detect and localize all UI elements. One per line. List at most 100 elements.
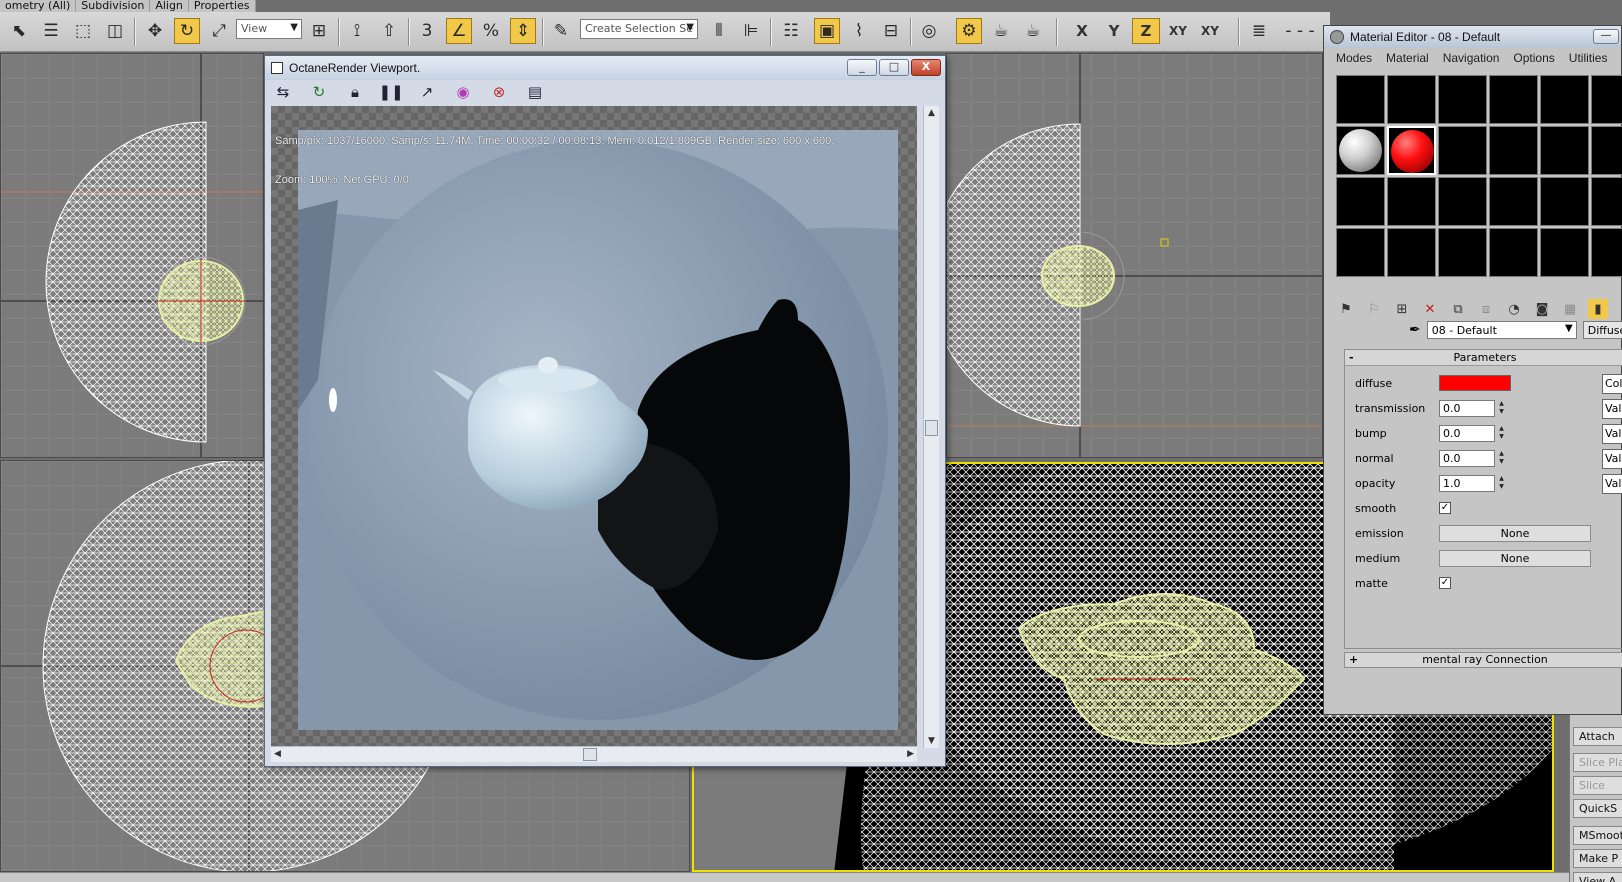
material-editor-minimize-button[interactable]: —	[1593, 29, 1619, 44]
show-end-result-icon[interactable]: ▦	[1560, 299, 1580, 319]
reset-map-icon[interactable]: ✕	[1420, 299, 1440, 319]
medium-map-button[interactable]: None	[1439, 549, 1591, 567]
close-button[interactable]: X	[911, 59, 941, 76]
octane-titlebar[interactable]: OctaneRender Viewport. _ □ X	[265, 56, 945, 80]
material-editor-icon[interactable]: ◎	[916, 18, 942, 44]
named-selection-select[interactable]: Create Selection Se ▼	[580, 19, 698, 39]
edit-named-selection-icon[interactable]: ✎	[548, 18, 574, 44]
menu-modes[interactable]: Modes	[1336, 51, 1372, 65]
menu-options[interactable]: Options	[1513, 51, 1554, 65]
material-id-icon[interactable]: ◔	[1504, 299, 1524, 319]
ribbon-tab-subdivision[interactable]: Subdivision	[76, 0, 151, 12]
attach-button[interactable]: Attach	[1573, 727, 1622, 746]
spinner-arrows-icon[interactable]: ▲ ▼	[1497, 400, 1506, 417]
sample-slot[interactable]	[1336, 177, 1385, 226]
sample-slot[interactable]	[1489, 126, 1538, 175]
vertical-scrollbar[interactable]: ▲ ▼	[923, 106, 939, 748]
normal-spinner[interactable]: 0.0	[1439, 449, 1495, 467]
menu-navigation[interactable]: Navigation	[1443, 51, 1500, 65]
minimize-button[interactable]: _	[847, 59, 877, 76]
rect-selection-region-icon[interactable]: ⬚	[70, 18, 96, 44]
slice-button[interactable]: Slice	[1573, 776, 1622, 795]
sample-slot[interactable]	[1540, 75, 1589, 124]
spinner-snap-icon[interactable]: ⇕	[510, 18, 536, 44]
layer-manager-icon[interactable]: ☷	[778, 18, 804, 44]
axis-y-button[interactable]: Y	[1100, 18, 1128, 44]
rollout-expand-toggle[interactable]: +	[1349, 653, 1358, 667]
ribbon-tab-properties[interactable]: Properties	[188, 0, 256, 12]
material-picker-icon[interactable]: ⊗	[487, 82, 511, 102]
eyedropper-icon[interactable]: ✒	[1409, 322, 1421, 338]
sample-slot[interactable]	[1540, 228, 1589, 277]
opacity-spinner[interactable]: 1.0	[1439, 474, 1495, 492]
rotate-icon[interactable]: ↻	[174, 18, 200, 44]
color-picker-icon[interactable]: ◉	[451, 82, 475, 102]
bump-mode-button[interactable]: Valu	[1602, 424, 1622, 444]
get-material-icon[interactable]: ⚑	[1336, 299, 1356, 319]
quickslice-button[interactable]: QuickS	[1573, 799, 1622, 818]
vertical-scroll-thumb[interactable]	[925, 420, 938, 436]
make-unique-icon[interactable]: ⧉	[1448, 299, 1468, 319]
restart-icon[interactable]: ↻	[307, 82, 331, 102]
sample-slot[interactable]	[1438, 177, 1487, 226]
pivot-center-icon[interactable]: ⊞	[306, 18, 332, 44]
render-canvas[interactable]: Samp/pix: 1037/16000. Samp/s: 11.74M. Ti…	[271, 106, 917, 748]
put-to-scene-icon[interactable]: ⚐	[1364, 299, 1384, 319]
spinner-arrows-icon[interactable]: ▲ ▼	[1497, 450, 1506, 467]
parameters-rollout-header[interactable]: - Parameters	[1345, 350, 1622, 366]
render-production-icon[interactable]: ☕	[1020, 18, 1046, 44]
horizontal-scroll-thumb[interactable]	[583, 748, 597, 761]
sample-slot[interactable]	[1591, 228, 1622, 277]
curve-editor-icon[interactable]: ⌇	[846, 18, 872, 44]
select-and-link-icon[interactable]: ⟟	[344, 18, 370, 44]
transmission-spinner[interactable]: 0.0	[1439, 399, 1495, 417]
material-type-button[interactable]: Diffuse	[1582, 321, 1622, 339]
mirror-icon[interactable]: ⫴	[706, 18, 732, 44]
reference-coord-select[interactable]: View ▼	[236, 19, 302, 39]
sample-slot[interactable]	[1336, 75, 1385, 124]
sample-slot[interactable]	[1591, 177, 1622, 226]
assign-material-icon[interactable]: ⊞	[1392, 299, 1412, 319]
rollout-collapse-toggle[interactable]: -	[1349, 350, 1354, 365]
snaps-toggle-icon[interactable]: 3	[414, 18, 440, 44]
manipulate-icon[interactable]: ⇧	[376, 18, 402, 44]
menu-material[interactable]: Material	[1386, 51, 1429, 65]
sample-slot-red-selected[interactable]	[1387, 126, 1436, 175]
material-name-field[interactable]: 08 - Default ▼	[1426, 321, 1577, 339]
settings-icon[interactable]: ▤	[523, 82, 547, 102]
axis-z-button[interactable]: Z	[1132, 18, 1160, 44]
smooth-checkbox[interactable]: ✓	[1439, 502, 1451, 514]
diffuse-color-mode-button[interactable]: Col	[1602, 374, 1622, 394]
normal-mode-button[interactable]: Valu	[1602, 449, 1622, 469]
bump-spinner[interactable]: 0.0	[1439, 424, 1495, 442]
move-icon[interactable]: ✥	[142, 18, 168, 44]
sample-slot[interactable]	[1438, 75, 1487, 124]
make-planar-button[interactable]: Make P	[1573, 849, 1622, 868]
material-editor-window[interactable]: Material Editor - 08 - Default — Modes M…	[1323, 25, 1622, 715]
sample-slot[interactable]	[1489, 228, 1538, 277]
scale-icon[interactable]: ⤢	[206, 18, 232, 44]
select-by-name-icon[interactable]: ☰	[38, 18, 64, 44]
rendered-frame-window-icon[interactable]: ☕	[988, 18, 1014, 44]
pause-icon[interactable]: ❚❚	[378, 82, 403, 102]
diffuse-color-swatch[interactable]	[1439, 375, 1511, 391]
put-to-library-icon[interactable]: ⧈	[1476, 299, 1496, 319]
horizontal-scrollbar[interactable]: ◀ ▶	[271, 746, 917, 762]
align-icon[interactable]: ⊫	[738, 18, 764, 44]
scroll-right-icon[interactable]: ▶	[907, 749, 914, 759]
focus-picker-icon[interactable]: ↗	[415, 82, 439, 102]
dashed-line-icon[interactable]: - - -	[1280, 18, 1320, 44]
scroll-down-icon[interactable]: ▼	[928, 736, 935, 746]
maximize-button[interactable]: □	[879, 59, 909, 76]
render-setup-icon[interactable]: ⚙	[956, 18, 982, 44]
graphite-tools-icon[interactable]: ≣	[1246, 18, 1272, 44]
sample-slot[interactable]	[1438, 228, 1487, 277]
scroll-up-icon[interactable]: ▲	[928, 108, 935, 118]
emission-map-button[interactable]: None	[1439, 524, 1591, 542]
sample-slot[interactable]	[1336, 228, 1385, 277]
window-crossing-icon[interactable]: ◫	[102, 18, 128, 44]
sample-slot[interactable]	[1591, 75, 1622, 124]
opacity-mode-button[interactable]: Valu	[1602, 474, 1622, 494]
octane-viewport-window[interactable]: OctaneRender Viewport. _ □ X ⇆ ↻ 🔒︎ ❚❚ ↗…	[264, 55, 946, 767]
sample-slot[interactable]	[1387, 228, 1436, 277]
